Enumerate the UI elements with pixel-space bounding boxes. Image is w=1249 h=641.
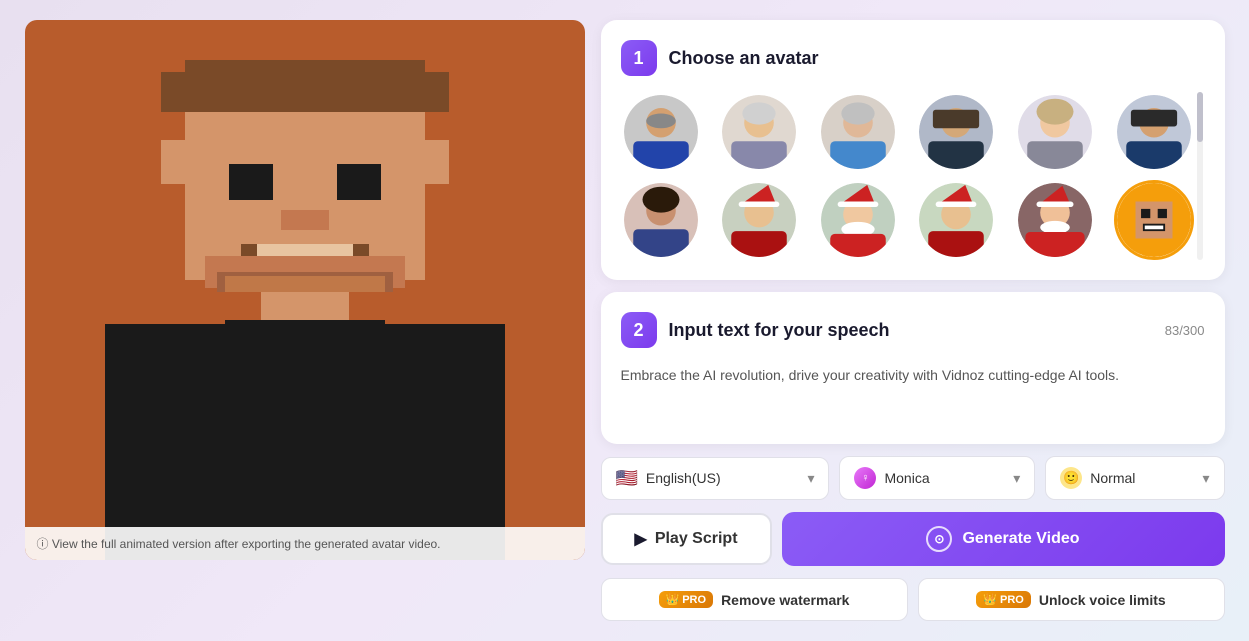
pro-badge-1: 👑 PRO: [659, 591, 714, 608]
pro-label-1: PRO: [682, 594, 706, 606]
step2-title: Input text for your speech: [669, 320, 890, 341]
generate-video-label: Generate Video: [962, 530, 1079, 548]
char-count: 83/300: [1165, 323, 1205, 338]
generate-icon: ⊙: [926, 526, 952, 552]
avatar-item-4[interactable]: [916, 92, 996, 172]
step1-title: Choose an avatar: [669, 48, 819, 69]
play-icon: ▶: [635, 529, 647, 549]
step2-badge: 2: [621, 312, 657, 348]
crown-icon-2: 👑: [983, 593, 997, 606]
mood-icon: 🙂: [1060, 467, 1082, 489]
avatar-grid: [621, 92, 1205, 260]
pro-label-2: PRO: [1000, 594, 1024, 606]
avatar-item-1[interactable]: [621, 92, 701, 172]
avatar-item-10[interactable]: [916, 180, 996, 260]
right-panel: 1 Choose an avatar: [601, 20, 1225, 621]
pro-badge-2: 👑 PRO: [976, 591, 1031, 608]
left-panel: ⓘ View the full animated version after e…: [25, 20, 585, 621]
unlock-voice-button[interactable]: 👑 PRO Unlock voice limits: [918, 578, 1225, 621]
step1-card: 1 Choose an avatar: [601, 20, 1225, 280]
avatar-grid-container: [621, 92, 1205, 260]
scrollbar[interactable]: [1197, 92, 1203, 260]
play-script-button[interactable]: ▶ Play Script: [601, 513, 772, 565]
speech-text[interactable]: Embrace the AI revolution, drive your cr…: [621, 364, 1205, 424]
avatar-item-11[interactable]: [1015, 180, 1095, 260]
step1-header: 1 Choose an avatar: [621, 40, 1205, 76]
step2-card: 2 Input text for your speech 83/300 Embr…: [601, 292, 1225, 444]
avatar-item-8[interactable]: [719, 180, 799, 260]
controls-row: 🇺🇸 English(US) ▾ ♀ Monica ▾ 🙂 Normal ▾: [601, 456, 1225, 500]
remove-watermark-label: Remove watermark: [721, 592, 849, 608]
voice-avatar-icon: ♀: [854, 467, 876, 489]
generate-video-button[interactable]: ⊙ Generate Video: [782, 512, 1225, 566]
language-value: English(US): [646, 470, 721, 486]
avatar-item-7[interactable]: [621, 180, 701, 260]
unlock-voice-label: Unlock voice limits: [1039, 592, 1166, 608]
pro-row: 👑 PRO Remove watermark 👑 PRO Unlock voic…: [601, 578, 1225, 621]
mood-chevron-icon: ▾: [1202, 470, 1209, 487]
step1-badge: 1: [621, 40, 657, 76]
avatar-preview: ⓘ View the full animated version after e…: [25, 20, 585, 560]
mood-dropdown[interactable]: 🙂 Normal ▾: [1045, 456, 1224, 500]
scrollbar-thumb: [1197, 92, 1203, 142]
avatar-item-12[interactable]: [1114, 180, 1194, 260]
avatar-item-2[interactable]: [719, 92, 799, 172]
flag-icon: 🇺🇸: [616, 468, 638, 489]
crown-icon-1: 👑: [666, 593, 680, 606]
voice-value: Monica: [884, 470, 929, 486]
language-chevron-icon: ▾: [807, 470, 814, 487]
avatar-item-5[interactable]: [1015, 92, 1095, 172]
avatar-item-6[interactable]: [1114, 92, 1194, 172]
language-dropdown[interactable]: 🇺🇸 English(US) ▾: [601, 457, 830, 500]
play-script-label: Play Script: [655, 530, 738, 548]
pixel-art-svg: [25, 20, 585, 560]
footer-note: ⓘ View the full animated version after e…: [25, 527, 585, 560]
mood-value: Normal: [1090, 470, 1135, 486]
avatar-item-9[interactable]: [818, 180, 898, 260]
voice-dropdown[interactable]: ♀ Monica ▾: [839, 456, 1035, 500]
remove-watermark-button[interactable]: 👑 PRO Remove watermark: [601, 578, 908, 621]
action-buttons-row: ▶ Play Script ⊙ Generate Video: [601, 512, 1225, 566]
step2-header: 2 Input text for your speech 83/300: [621, 312, 1205, 348]
avatar-item-3[interactable]: [818, 92, 898, 172]
voice-chevron-icon: ▾: [1013, 470, 1020, 487]
